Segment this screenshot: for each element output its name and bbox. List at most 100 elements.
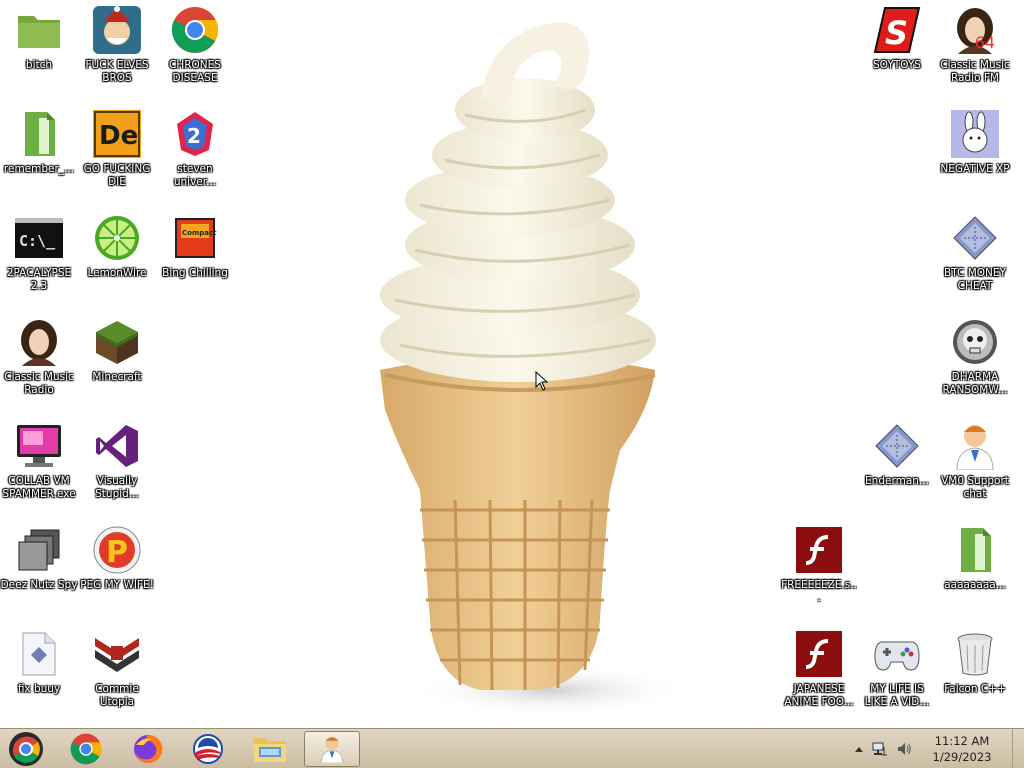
- taskbar-obama[interactable]: [180, 731, 236, 767]
- chrome-icon: [171, 6, 219, 54]
- desktop-icon-dharma-ransomware[interactable]: DHARMA RANSOMW...: [936, 312, 1014, 412]
- svg-text:P: P: [106, 535, 128, 570]
- taskbar-firefox[interactable]: [120, 731, 176, 767]
- icon-label: Minecraft: [92, 371, 142, 383]
- taskbar: 11:12 AM 1/29/2023: [0, 728, 1024, 768]
- icon-label: COLLAB VM SPAMMER.exe: [2, 475, 76, 500]
- icon-label: fix buuy: [17, 683, 61, 695]
- desktop-icon-lemonwire[interactable]: LemonWire: [78, 208, 156, 308]
- diamond-icon: [951, 214, 999, 262]
- ice-cream-wallpaper: [380, 22, 680, 716]
- start-orb-icon: [9, 732, 43, 766]
- icon-label: remember_...: [3, 163, 75, 175]
- portrait-icon: [15, 318, 63, 366]
- desktop-icon-deez-nutz-spy[interactable]: Deez Nutz Spy: [0, 520, 78, 620]
- taskbar-vm0-support[interactable]: [304, 731, 360, 767]
- clock-date: 1/29/2023: [932, 750, 992, 764]
- desktop-icon-btc-money-cheat[interactable]: BTC MONEY CHEAT: [936, 208, 1014, 308]
- system-tray: 11:12 AM 1/29/2023: [854, 729, 1024, 768]
- icon-label: Commie Utopia: [95, 683, 139, 708]
- show-desktop-button[interactable]: [1012, 729, 1024, 768]
- desktop-icon-bing-chilling[interactable]: CompactFlash Bing Chilling: [156, 208, 234, 308]
- desktop-icon-classic-music-radio[interactable]: Classic Music Radio: [0, 312, 78, 412]
- desktop-icon-visually-stupid[interactable]: Visually Stupid...: [78, 416, 156, 516]
- de-app-icon: De: [93, 110, 141, 158]
- icon-label: MY LIFE IS LIKE A VID...: [864, 683, 930, 708]
- svg-text:CompactFlash: CompactFlash: [182, 229, 217, 237]
- portrait-badge: 64: [974, 33, 995, 52]
- desktop-icon-bitch[interactable]: bitch: [0, 0, 78, 100]
- desktop-icon-steven-universe[interactable]: 2 steven univer...: [156, 104, 234, 204]
- desktop-icon-minecraft[interactable]: Minecraft: [78, 312, 156, 412]
- desktop-icon-freeeeeze[interactable]: FREEEEEZE.s...: [780, 520, 858, 620]
- volume-icon: [898, 743, 911, 755]
- desktop-icon-classic-music-radio-fm[interactable]: 64 Classic Music Radio FM: [936, 0, 1014, 100]
- volume-button[interactable]: [896, 741, 912, 757]
- limewire-icon: [93, 214, 141, 262]
- icon-label: GO FUCKING DIE: [83, 163, 151, 188]
- green-archive-icon: [951, 526, 999, 574]
- icon-label: Enderman...: [865, 475, 929, 487]
- desktop-icon-my-life-is-like-a-vid[interactable]: MY LIFE IS LIKE A VID...: [858, 624, 936, 724]
- flash-icon: [795, 630, 843, 678]
- firefox-icon: [134, 734, 163, 763]
- portrait-64-icon: 64: [951, 6, 999, 54]
- red-s-icon: S: [873, 6, 921, 54]
- taskbar-clock[interactable]: 11:12 AM 1/29/2023: [920, 733, 1004, 765]
- desktop-icon-2pacalypse[interactable]: C:\_ 2PACALYPSE 2.3: [0, 208, 78, 308]
- mouse-cursor-icon: [535, 371, 549, 391]
- icon-label: NEGATIVE XP: [940, 163, 1010, 175]
- icon-label: aaaaaaaa...: [944, 579, 1006, 591]
- compact-flash-icon: CompactFlash: [171, 214, 219, 262]
- desktop-icon-fix-buuy[interactable]: fix buuy: [0, 624, 78, 724]
- icon-label: bitch: [25, 59, 53, 71]
- desktop-icon-enderman[interactable]: Enderman...: [858, 416, 936, 516]
- icon-label: BTC MONEY CHEAT: [944, 267, 1006, 292]
- icon-label: Classic Music Radio FM: [940, 59, 1010, 84]
- icon-label: steven univer...: [173, 163, 217, 188]
- icon-label: Classic Music Radio: [4, 371, 74, 396]
- flash-icon: [795, 526, 843, 574]
- icon-label: Visually Stupid...: [95, 475, 139, 500]
- desktop-icon-japanese-anime-foo[interactable]: JAPANESE ANIME FOO...: [780, 624, 858, 724]
- icon-label: SOYTOYS: [873, 59, 921, 71]
- desktop-icon-commie-utopia[interactable]: Commie Utopia: [78, 624, 156, 724]
- desktop-icon-go-fucking-die[interactable]: De GO FUCKING DIE: [78, 104, 156, 204]
- desktop-icon-collab-vm-spammer[interactable]: COLLAB VM SPAMMER.exe: [0, 416, 78, 516]
- desktop-icon-peg-my-wife[interactable]: P PEG MY WIFE!: [78, 520, 156, 620]
- desktop-icon-chrones-disease[interactable]: CHRONES DISEASE: [156, 0, 234, 100]
- icon-label: PEG MY WIFE!: [80, 579, 154, 591]
- desktop-icon-soytoys[interactable]: S SOYTOYS: [858, 0, 936, 100]
- arstotzka-icon: [93, 630, 141, 678]
- icon-label: DHARMA RANSOMW...: [942, 371, 1008, 396]
- chevron-up-icon: [855, 747, 863, 752]
- desktop-icon-aaaaaaaa[interactable]: aaaaaaaa...: [936, 520, 1014, 620]
- diamond-icon: [873, 422, 921, 470]
- icon-label: VM0 Support chat: [941, 475, 1009, 500]
- gamepad-icon: [873, 630, 921, 678]
- elf-game-icon: [93, 6, 141, 54]
- desktop[interactable]: bitch FUCK ELVES BROS CHRONES DISEASE re…: [0, 0, 1024, 728]
- icon-label: CHRONES DISEASE: [169, 59, 221, 84]
- start-button[interactable]: [4, 731, 48, 767]
- icon-label: FUCK ELVES BROS: [85, 59, 149, 84]
- bunny-icon: [951, 110, 999, 158]
- icon-label: LemonWire: [87, 267, 147, 279]
- taskbar-chrome[interactable]: [58, 731, 114, 767]
- terminal-icon: C:\_: [15, 214, 63, 262]
- icon-label: Falcon C++: [944, 683, 1006, 695]
- network-button[interactable]: [872, 741, 888, 757]
- show-hidden-icons-button[interactable]: [854, 745, 864, 753]
- obama-logo-icon: [193, 734, 223, 764]
- icon-label: JAPANESE ANIME FOO...: [784, 683, 854, 708]
- file-explorer-icon: [254, 738, 286, 762]
- taskbar-file-explorer[interactable]: [242, 731, 298, 767]
- desktop-icon-negative-xp[interactable]: NEGATIVE XP: [936, 104, 1014, 204]
- svg-text:De: De: [99, 121, 138, 151]
- folder-icon: [15, 6, 63, 54]
- minecraft-icon: [93, 318, 141, 366]
- desktop-icon-remember[interactable]: remember_...: [0, 104, 78, 204]
- desktop-icon-falcon-cpp[interactable]: Falcon C++: [936, 624, 1014, 724]
- desktop-icon-fuck-elves-bros[interactable]: FUCK ELVES BROS: [78, 0, 156, 100]
- desktop-icon-vm0-support-chat[interactable]: VM0 Support chat: [936, 416, 1014, 516]
